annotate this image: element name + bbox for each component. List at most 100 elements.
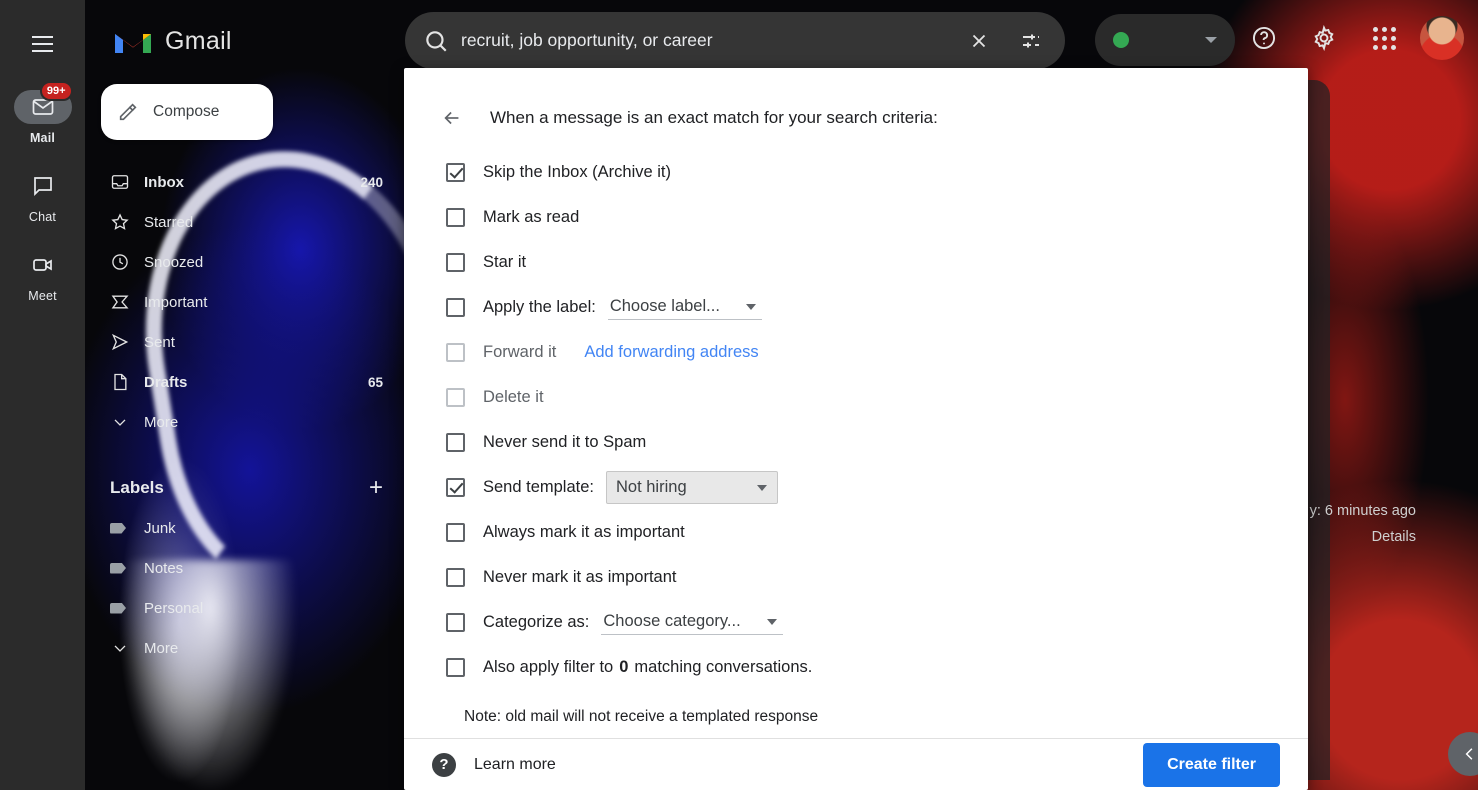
- status-pill[interactable]: [1095, 14, 1235, 66]
- learn-more-link[interactable]: Learn more: [474, 756, 556, 774]
- chat-icon: [14, 169, 72, 203]
- template-select[interactable]: Not hiring: [606, 471, 778, 504]
- checkbox-mark-as-read[interactable]: [446, 208, 465, 227]
- label-item-notes[interactable]: Notes: [85, 548, 405, 588]
- nav-label-more: More: [144, 413, 179, 431]
- search-bar[interactable]: recruit, job opportunity, or career: [405, 12, 1065, 69]
- label-skip-inbox: Skip the Inbox (Archive it): [483, 163, 671, 181]
- nav-item-snoozed[interactable]: Snoozed: [85, 242, 405, 282]
- filter-row-also-apply[interactable]: Also apply filter to 0 matching conversa…: [432, 645, 1308, 690]
- gear-icon[interactable]: [1300, 14, 1348, 62]
- nav-label-sent: Sent: [144, 333, 175, 351]
- avatar[interactable]: [1420, 16, 1464, 60]
- filter-row-apply-label[interactable]: Apply the label: Choose label...: [432, 285, 1308, 330]
- checkbox-forward-it[interactable]: [446, 343, 465, 362]
- filter-row-skip-inbox[interactable]: Skip the Inbox (Archive it): [432, 150, 1308, 195]
- checkbox-never-important[interactable]: [446, 568, 465, 587]
- rail-item-mail[interactable]: 99+ Mail: [9, 81, 77, 145]
- header-actions: [1240, 14, 1464, 62]
- category-select-value: Choose category...: [603, 612, 741, 630]
- checkbox-send-template[interactable]: [446, 478, 465, 497]
- rail-item-chat[interactable]: Chat: [9, 169, 77, 224]
- nav-list: Inbox 240 Starred Snoozed Important Sent: [85, 162, 405, 442]
- checkbox-apply-label[interactable]: [446, 298, 465, 317]
- pencil-icon: [119, 103, 137, 121]
- filter-row-categorize-as[interactable]: Categorize as: Choose category...: [432, 600, 1308, 645]
- checkbox-delete-it[interactable]: [446, 388, 465, 407]
- star-icon: [110, 212, 144, 232]
- dialog-title: When a message is an exact match for you…: [490, 108, 938, 127]
- nav-label-drafts: Drafts: [144, 373, 188, 391]
- label-select[interactable]: Choose label...: [607, 295, 762, 320]
- nav-item-drafts[interactable]: Drafts 65: [85, 362, 405, 402]
- labels-header: Labels +: [85, 468, 405, 508]
- reading-pane-meta: y: 6 minutes ago: [1309, 503, 1416, 519]
- template-select-value: Not hiring: [616, 478, 687, 496]
- important-icon: [110, 292, 144, 312]
- reading-pane-details-link[interactable]: Details: [1372, 529, 1416, 545]
- dialog-footer: ? Learn more Create filter: [404, 738, 1308, 790]
- gmail-app-window: 99+ Mail Chat Meet Gmail Compose Inbox 2…: [0, 0, 1478, 790]
- arrow-left-icon[interactable]: [432, 98, 472, 138]
- filter-row-never-important[interactable]: Never mark it as important: [432, 555, 1308, 600]
- plus-icon[interactable]: +: [369, 476, 383, 500]
- filter-row-forward-it[interactable]: Forward it Add forwarding address: [432, 330, 1308, 375]
- search-input[interactable]: recruit, job opportunity, or career: [461, 30, 947, 51]
- meet-icon: [14, 248, 72, 282]
- checkbox-skip-inbox[interactable]: [446, 163, 465, 182]
- label-star-it: Star it: [483, 253, 527, 271]
- label-text-personal: Personal: [144, 599, 204, 617]
- rail-item-meet[interactable]: Meet: [9, 248, 77, 303]
- filter-row-star-it[interactable]: Star it: [432, 240, 1308, 285]
- label-delete-it: Delete it: [483, 388, 544, 406]
- hamburger-icon[interactable]: [21, 22, 65, 66]
- filter-row-delete-it[interactable]: Delete it: [432, 375, 1308, 420]
- add-forwarding-address-link[interactable]: Add forwarding address: [584, 343, 758, 362]
- help-icon[interactable]: [1240, 14, 1288, 62]
- checkbox-never-spam[interactable]: [446, 433, 465, 452]
- label-always-important: Always mark it as important: [483, 523, 685, 541]
- create-filter-button[interactable]: Create filter: [1143, 742, 1280, 787]
- nav-item-important[interactable]: Important: [85, 282, 405, 322]
- close-icon[interactable]: [959, 21, 999, 61]
- filter-row-never-spam[interactable]: Never send it to Spam: [432, 420, 1308, 465]
- dialog-header: When a message is an exact match for you…: [404, 68, 1308, 138]
- nav-item-sent[interactable]: Sent: [85, 322, 405, 362]
- chevron-down-icon: [110, 638, 144, 658]
- label-forward-it: Forward it: [483, 343, 557, 361]
- category-select[interactable]: Choose category...: [601, 610, 783, 635]
- chevron-down-icon: [1205, 37, 1217, 43]
- nav-count-drafts: 65: [367, 374, 383, 390]
- filter-row-send-template[interactable]: Send template: Not hiring: [432, 465, 1308, 510]
- inbox-icon: [110, 172, 144, 192]
- label-also-apply: Also apply filter to: [483, 658, 614, 676]
- checkbox-categorize-as[interactable]: [446, 613, 465, 632]
- rail-label-meet: Meet: [28, 289, 57, 303]
- nav-item-starred[interactable]: Starred: [85, 202, 405, 242]
- help-icon[interactable]: ?: [432, 752, 456, 777]
- label-send-template: Send template:: [483, 478, 594, 496]
- labels-title: Labels: [110, 478, 164, 497]
- checkbox-also-apply[interactable]: [446, 658, 465, 677]
- nav-label-starred: Starred: [144, 213, 194, 231]
- checkbox-always-important[interactable]: [446, 523, 465, 542]
- filter-row-mark-as-read[interactable]: Mark as read: [432, 195, 1308, 240]
- label-never-important: Never mark it as important: [483, 568, 677, 586]
- compose-button[interactable]: Compose: [101, 84, 273, 140]
- nav-item-more[interactable]: More: [85, 402, 405, 442]
- create-filter-dialog: When a message is an exact match for you…: [404, 68, 1308, 790]
- matching-suffix: matching conversations.: [634, 658, 813, 676]
- filter-row-always-important[interactable]: Always mark it as important: [432, 510, 1308, 555]
- tune-icon[interactable]: [1011, 21, 1051, 61]
- nav-count-inbox: 240: [360, 174, 383, 190]
- label-item-personal[interactable]: Personal: [85, 588, 405, 628]
- nav-item-inbox[interactable]: Inbox 240: [85, 162, 405, 202]
- label-item-junk[interactable]: Junk: [85, 508, 405, 548]
- label-item-more[interactable]: More: [85, 628, 405, 668]
- checkbox-star-it[interactable]: [446, 253, 465, 272]
- chevron-down-icon: [745, 303, 756, 310]
- brand-name: Gmail: [165, 26, 232, 55]
- status-dot: [1113, 32, 1129, 48]
- apps-grid-icon[interactable]: [1360, 14, 1408, 62]
- filter-action-rows: Skip the Inbox (Archive it) Mark as read…: [404, 138, 1308, 726]
